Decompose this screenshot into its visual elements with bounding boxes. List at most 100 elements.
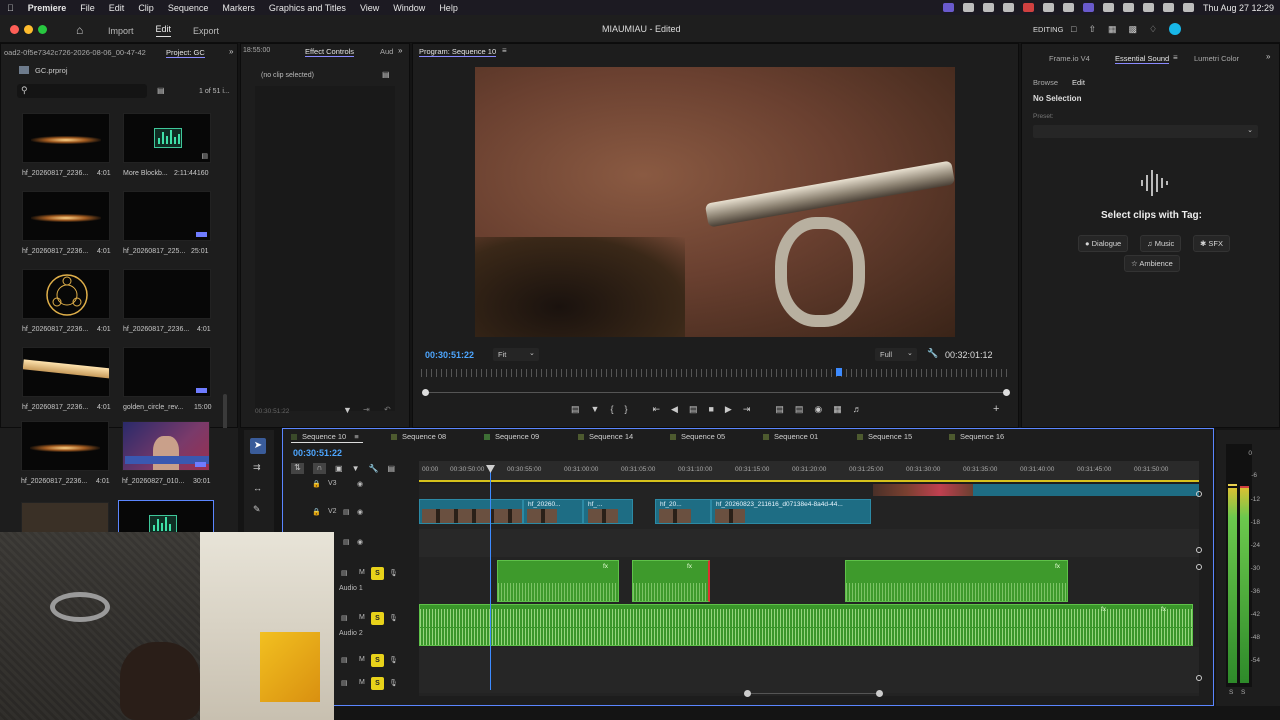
panel-icon[interactable]: ▦	[1108, 24, 1117, 34]
solo-left[interactable]: S	[1229, 689, 1233, 696]
linked-selection-icon[interactable]: ▣	[335, 464, 343, 473]
nav-edit[interactable]: Edit	[155, 24, 172, 37]
program-playhead[interactable]	[836, 368, 842, 376]
camera-icon[interactable]: ◉	[814, 404, 822, 414]
seq-tab[interactable]: Sequence 16	[949, 432, 1004, 441]
ripple-edit-icon[interactable]: ↔	[253, 483, 262, 493]
solo-button[interactable]: S	[371, 654, 384, 667]
scroll-handle-right[interactable]	[876, 690, 883, 697]
seq-tab[interactable]: Sequence 09	[484, 432, 539, 441]
tag-dialogue-button[interactable]: ● Dialogue	[1078, 235, 1129, 252]
comparison-icon[interactable]: ▦	[833, 404, 842, 414]
play-clip-icon[interactable]: ⇥	[363, 405, 370, 414]
mute-label[interactable]: M	[359, 614, 365, 621]
clip-thumbnail[interactable]	[22, 113, 110, 163]
menu-graphics[interactable]: Graphics and Titles	[262, 3, 353, 13]
seq-tab[interactable]: Sequence 01	[763, 432, 818, 441]
go-to-in-icon[interactable]: ⇤	[652, 404, 660, 414]
fx-badge[interactable]: fx	[687, 563, 692, 570]
nest-icon[interactable]: ⇅	[291, 463, 304, 474]
toggle-output-icon[interactable]: ▤	[343, 538, 350, 546]
tab-essential-sound[interactable]: Essential Sound	[1115, 54, 1170, 64]
captions-icon[interactable]: ▤	[387, 464, 395, 473]
fit-select[interactable]: Fit ⌄	[493, 348, 539, 361]
control-center-icon[interactable]	[1182, 3, 1194, 12]
wrench-icon[interactable]: 🔧	[927, 348, 938, 359]
program-timecode[interactable]: 00:30:51:22	[425, 350, 474, 360]
seq-tab-active[interactable]: Sequence 10 ≡	[291, 432, 359, 441]
show-timeline-icon[interactable]: ▤	[382, 70, 390, 79]
screen-record-icon[interactable]	[942, 3, 954, 12]
add-button-icon[interactable]: +	[993, 403, 999, 415]
notifications-icon[interactable]: ♢	[1149, 24, 1157, 34]
selection-tool-icon[interactable]: ➤	[250, 438, 266, 454]
panel-overflow-icon[interactable]: »	[229, 47, 233, 56]
sync-lock-icon[interactable]: 🔒	[312, 508, 321, 516]
tab-effect-controls[interactable]: Effect Controls	[305, 47, 355, 57]
program-zoom-bar[interactable]	[425, 392, 1007, 393]
step-forward-icon[interactable]: ▶	[725, 404, 732, 414]
solo-button[interactable]: S	[371, 612, 384, 625]
snap-icon[interactable]: ∩	[313, 463, 326, 474]
mute-label[interactable]: M	[359, 679, 365, 686]
status-icon[interactable]	[1042, 3, 1054, 12]
vertical-scroll-handle[interactable]	[1196, 675, 1202, 681]
clip-thumbnail[interactable]	[123, 347, 211, 397]
toggle-sync-icon[interactable]: ▤	[341, 569, 348, 577]
workspaces-icon[interactable]: □	[1071, 24, 1076, 34]
eye-icon[interactable]: ◉	[357, 508, 363, 516]
lift-icon[interactable]: ▤	[571, 404, 580, 414]
program-time-ruler[interactable]	[421, 369, 1011, 377]
toggle-sync-icon[interactable]: ▤	[341, 614, 348, 622]
workspace-label[interactable]: EDITING	[1033, 25, 1063, 34]
panel-menu-icon[interactable]: ≡	[502, 46, 507, 55]
menubar-clock[interactable]: Thu Aug 27 12:29	[1203, 3, 1274, 13]
go-to-out-icon[interactable]: ⇥	[743, 404, 751, 414]
microphone-icon[interactable]: 🎙	[389, 569, 398, 577]
tag-sfx-button[interactable]: ✱ SFX	[1193, 235, 1230, 252]
audio-clip[interactable]	[632, 560, 710, 602]
apple-icon[interactable]: 	[0, 3, 21, 13]
close-window-button[interactable]	[10, 25, 19, 34]
stop-icon[interactable]: ■	[708, 404, 713, 414]
microphone-icon[interactable]: 🎙	[389, 679, 398, 687]
volume-icon[interactable]: ♬	[853, 404, 862, 414]
seq-tab[interactable]: Sequence 14	[578, 432, 633, 441]
toggle-sync-icon[interactable]: ▤	[341, 679, 348, 687]
menu-markers[interactable]: Markers	[215, 3, 262, 13]
tab-lumetri[interactable]: Lumetri Color	[1194, 54, 1239, 63]
seq-tab[interactable]: Sequence 08	[391, 432, 446, 441]
seq-tab[interactable]: Sequence 15	[857, 432, 912, 441]
menu-file[interactable]: File	[73, 3, 102, 13]
clip-thumbnail[interactable]	[22, 191, 110, 241]
panel-menu-icon[interactable]: ≡	[1173, 53, 1178, 62]
avatar[interactable]	[1169, 23, 1182, 35]
battery-icon[interactable]	[1122, 3, 1134, 12]
status-icon[interactable]	[1002, 3, 1014, 12]
clip-thumbnail[interactable]	[22, 347, 110, 397]
search-input[interactable]: ⚲	[17, 84, 147, 98]
status-icon[interactable]	[1102, 3, 1114, 12]
tab-browse[interactable]: Browse	[1033, 78, 1058, 87]
nav-import[interactable]: Import	[108, 26, 134, 36]
quality-select[interactable]: Full ⌄	[875, 348, 917, 361]
vertical-scroll-handle[interactable]	[1196, 547, 1202, 553]
mute-label[interactable]: M	[359, 569, 365, 576]
menu-sequence[interactable]: Sequence	[161, 3, 216, 13]
mute-label[interactable]: M	[359, 656, 365, 663]
scrollbar[interactable]	[223, 394, 227, 430]
clip-thumbnail[interactable]	[122, 421, 210, 471]
menu-clip[interactable]: Clip	[131, 3, 161, 13]
audio-thumbnail[interactable]: ▤	[123, 113, 211, 163]
menu-app[interactable]: Premiere	[21, 3, 74, 13]
timeline-timecode[interactable]: 00:30:51:22	[293, 448, 342, 458]
fx-badge[interactable]: fx	[1161, 606, 1166, 613]
zoom-window-button[interactable]	[38, 25, 47, 34]
fx-badge[interactable]: fx	[1055, 563, 1060, 570]
clip-thumbnail[interactable]	[22, 269, 110, 319]
sync-lock-icon[interactable]: 🔒	[312, 480, 321, 488]
grid-icon[interactable]: ▩	[1129, 24, 1138, 34]
clip-thumbnail[interactable]	[123, 269, 211, 319]
filter-icon[interactable]: ▼	[343, 405, 352, 415]
menu-window[interactable]: Window	[386, 3, 432, 13]
